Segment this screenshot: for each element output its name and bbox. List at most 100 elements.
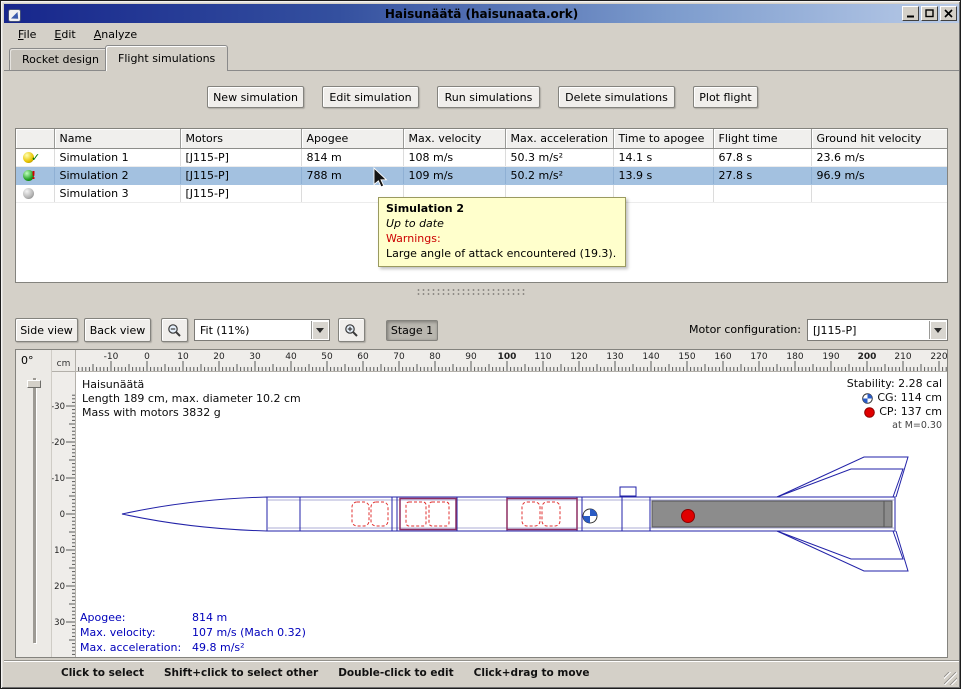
resize-grip[interactable] [944,672,957,685]
svg-text:30: 30 [249,352,261,362]
status-ball-gray-icon [23,188,34,199]
svg-text:10: 10 [54,546,65,556]
app-window: Haisunäätä (haisunaata.ork) File Edit An… [0,0,961,689]
svg-text:140: 140 [642,352,659,362]
cell-motors[interactable]: [J115-P] [180,184,301,202]
delete-simulations-button[interactable]: Delete simulations [558,86,675,108]
menu-edit[interactable]: Edit [46,25,83,44]
max-acceleration-label: Max. acceleration: [80,640,192,655]
cell-name[interactable]: Simulation 1 [54,148,180,166]
stage-1-toggle[interactable]: Stage 1 [386,320,438,341]
splitter-handle[interactable] [416,288,526,297]
new-simulation-button[interactable]: New simulation [207,86,304,108]
max-velocity-label: Max. velocity: [80,625,192,640]
hint-click-select: Click to select [61,667,144,687]
svg-text:20: 20 [54,582,65,592]
edit-simulation-button[interactable]: Edit simulation [322,86,419,108]
svg-text:50: 50 [321,352,333,362]
rocket-view-panel: 0° cm -100102030405060708090100110120130… [15,349,948,658]
nose-cone[interactable] [122,497,267,531]
titlebar[interactable]: Haisunäätä (haisunaata.ork) [4,4,959,23]
apogee-value: 814 m [192,610,306,625]
svg-text:40: 40 [285,352,297,362]
column-header-max-acceleration[interactable]: Max. acceleration [505,129,613,148]
zoom-in-button[interactable] [338,318,365,342]
cell-flight_time[interactable]: 27.8 s [713,166,811,184]
cell-time_to_apogee[interactable] [613,184,713,202]
maximize-button[interactable] [921,6,938,21]
motor-configuration-select[interactable]: [J115-P] [807,319,948,341]
svg-text:30: 30 [54,618,65,628]
rotation-slider-track[interactable] [33,378,36,643]
svg-text:130: 130 [606,352,623,362]
column-header-ground-hit-velocity[interactable]: Ground hit velocity [811,129,947,148]
fin-upper-2[interactable] [777,469,903,497]
rocket-info-block: Haisunäätä Length 189 cm, max. diameter … [82,378,301,420]
minimize-button[interactable] [902,6,919,21]
cell-max_acceleration[interactable]: 50.3 m/s² [505,148,613,166]
launch-lug[interactable] [620,487,636,496]
menu-file[interactable]: File [10,25,44,44]
cell-max_velocity[interactable]: 108 m/s [403,148,505,166]
horizontal-ruler-svg: -100102030405060708090100110120130140150… [76,350,947,371]
rocket-canvas[interactable]: Haisunäätä Length 189 cm, max. diameter … [76,372,947,657]
run-simulations-button[interactable]: Run simulations [437,86,540,108]
mouse-cursor-icon [373,167,389,189]
zoom-out-icon [167,323,182,338]
hint-shift-click: Shift+click to select other [164,667,318,687]
motor-configuration-arrow-icon[interactable] [929,321,946,339]
menu-analyze[interactable]: Analyze [86,25,145,44]
cell-name[interactable]: Simulation 3 [54,184,180,202]
column-header-flight-time[interactable]: Flight time [713,129,811,148]
column-header-status[interactable] [16,129,54,148]
vertical-ruler-svg: -30-20-100102030 [52,372,75,657]
svg-text:-20: -20 [52,438,65,448]
svg-text:110: 110 [534,352,551,362]
svg-text:80: 80 [429,352,441,362]
simulation-status-cell [16,184,54,202]
plot-flight-button[interactable]: Plot flight [693,86,758,108]
fin-lower-2[interactable] [777,531,903,559]
back-view-button[interactable]: Back view [84,318,151,342]
horizontal-ruler: -100102030405060708090100110120130140150… [76,350,947,372]
tab-flight-simulations[interactable]: Flight simulations [105,45,228,71]
cell-name[interactable]: Simulation 2 [54,166,180,184]
column-header-max-velocity[interactable]: Max. velocity [403,129,505,148]
column-header-apogee[interactable]: Apogee [301,129,403,148]
zoom-select-arrow-icon[interactable] [311,321,328,339]
svg-text:-30: -30 [52,402,65,412]
fin-upper[interactable] [777,457,908,497]
table-row[interactable]: !Simulation 2[J115-P]788 m109 m/s50.2 m/… [16,166,947,184]
table-row[interactable]: ✓ Simulation 1[J115-P]814 m108 m/s50.3 m/… [16,148,947,166]
cell-ground_hit_velocity[interactable] [811,184,947,202]
column-header-name[interactable]: Name [54,129,180,148]
zoom-out-button[interactable] [161,318,188,342]
side-view-button[interactable]: Side view [15,318,78,342]
cell-time_to_apogee[interactable]: 14.1 s [613,148,713,166]
close-button[interactable] [940,6,957,21]
stability-value: Stability: 2.28 cal [847,377,942,391]
cell-motors[interactable]: [J115-P] [180,148,301,166]
svg-text:180: 180 [786,352,803,362]
cell-apogee[interactable]: 814 m [301,148,403,166]
cell-max_acceleration[interactable]: 50.2 m/s² [505,166,613,184]
cell-flight_time[interactable]: 67.8 s [713,148,811,166]
zoom-select-value: Fit (11%) [200,324,249,337]
cell-time_to_apogee[interactable]: 13.9 s [613,166,713,184]
svg-text:0: 0 [60,510,65,520]
column-header-motors[interactable]: Motors [180,129,301,148]
svg-text:70: 70 [393,352,405,362]
cell-motors[interactable]: [J115-P] [180,166,301,184]
tooltip-title: Simulation 2 [386,201,618,216]
tab-rocket-design[interactable]: Rocket design [9,48,112,70]
cell-flight_time[interactable] [713,184,811,202]
zoom-select[interactable]: Fit (11%) [194,319,330,341]
cell-max_velocity[interactable]: 109 m/s [403,166,505,184]
tooltip-warnings-label: Warnings: [386,231,618,246]
status-check-icon: ✓ [31,151,40,164]
cell-ground_hit_velocity[interactable]: 23.6 m/s [811,148,947,166]
column-header-time-to-apogee[interactable]: Time to apogee [613,129,713,148]
fin-lower[interactable] [777,531,908,571]
rotation-slider-handle[interactable] [27,380,41,388]
cell-ground_hit_velocity[interactable]: 96.9 m/s [811,166,947,184]
